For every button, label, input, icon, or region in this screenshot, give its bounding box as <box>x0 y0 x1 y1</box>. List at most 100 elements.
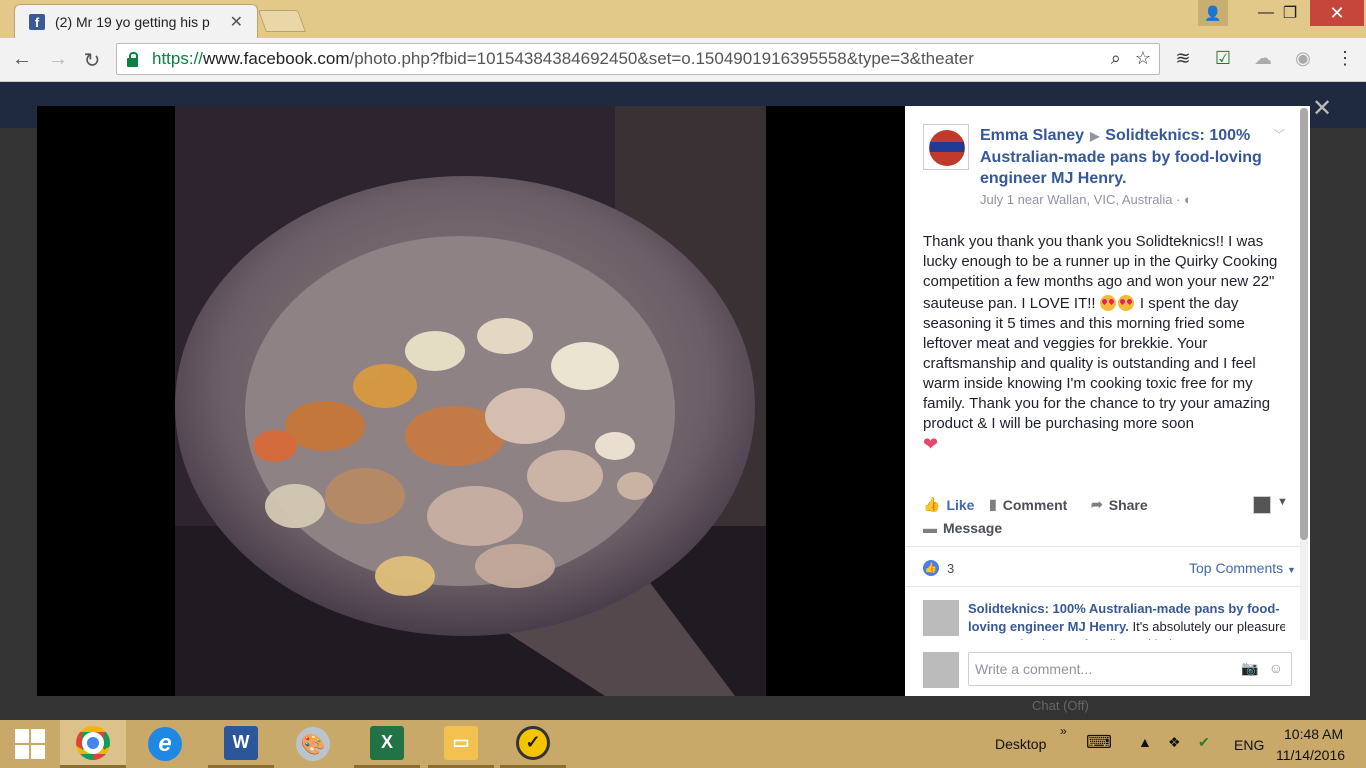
buffer-layers-icon[interactable]: ≋ <box>1172 48 1194 69</box>
post-photo[interactable] <box>175 106 766 696</box>
actor-selector-avatar[interactable] <box>1253 496 1271 514</box>
share-arrow-icon: ➦ <box>1091 496 1103 512</box>
dropbox-icon[interactable]: ❖ <box>1168 734 1181 751</box>
post-side-panel: Emma Slaney ▶ Solidteknics: 100% Australia… <box>905 106 1310 696</box>
windows-taskbar: e W 🎨 X ▭ ✓ Desktop » ⌨ ▲ ❖ ✔ ENG 10:48 … <box>0 720 1366 768</box>
camera-icon[interactable]: 📷 <box>1241 660 1258 677</box>
post-body: Thank you thank you thank you Solidtekni… <box>923 232 1285 456</box>
toolbar-expand-chevron-icon[interactable]: » <box>1060 724 1067 738</box>
clock-time[interactable]: 10:48 AM <box>1284 726 1343 742</box>
comment-text: Solidteknics: 100% Australian-made pans … <box>968 600 1285 640</box>
shared-to-arrow-icon: ▶ <box>1090 129 1100 143</box>
maximize-button[interactable]: ❐ <box>1268 0 1312 26</box>
start-button[interactable] <box>0 720 60 768</box>
taskbar-norton[interactable]: ✓ <box>500 720 566 768</box>
taskbar-word[interactable]: W <box>208 720 274 768</box>
like-label: Like <box>946 496 975 513</box>
chrome-menu-icon[interactable]: ⋮ <box>1334 48 1356 69</box>
share-label: Share <box>1108 496 1148 513</box>
post-header: Emma Slaney ▶ Solidteknics: 100% Australia… <box>980 125 1280 189</box>
url-host: www.facebook.com <box>203 49 350 68</box>
reactions-summary[interactable]: 👍 3 <box>923 560 954 576</box>
cloud-extension-icon[interactable]: ☁ <box>1252 48 1274 69</box>
taskbar-excel[interactable]: X <box>354 720 420 768</box>
windows-logo-icon <box>15 729 45 759</box>
comment-bubble-icon: ▮ <box>989 496 997 512</box>
thumbs-up-icon: 👍 <box>923 496 941 512</box>
clock-date[interactable]: 11/14/2016 <box>1276 747 1345 763</box>
bookmark-star-icon[interactable]: ☆ <box>1135 48 1151 69</box>
like-button[interactable]: 👍 Like <box>923 496 974 513</box>
commenter-avatar[interactable] <box>923 600 959 636</box>
heart-eyes-emoji-icon <box>1099 295 1116 311</box>
message-icon: ▬ <box>923 520 937 536</box>
author-avatar[interactable] <box>923 124 969 170</box>
author-avatar-image <box>924 125 968 169</box>
taskbar-chrome[interactable] <box>60 720 126 768</box>
divider <box>905 546 1300 547</box>
show-hidden-icons-icon[interactable]: ▲ <box>1138 734 1152 750</box>
browser-titlebar: f (2) Mr 19 yo getting his p ✕ 👤 — ❐ ✕ <box>0 0 1366 38</box>
privacy-globe-icon[interactable]: ◐ <box>1184 192 1192 207</box>
window-close-button[interactable]: ✕ <box>1310 0 1364 26</box>
viewer-avatar <box>923 652 959 688</box>
word-icon: W <box>224 725 258 760</box>
comment-sort-dropdown[interactable]: Top Comments ▼ <box>1189 560 1296 576</box>
circle-extension-icon[interactable]: ◉ <box>1292 48 1314 69</box>
secure-lock-icon <box>127 51 138 67</box>
like-reaction-icon: 👍 <box>923 560 939 576</box>
url-path: /photo.php?fbid=10154384384692450&set=o.… <box>349 49 974 68</box>
paint-palette-icon: 🎨 <box>296 727 330 761</box>
checkmark-extension-icon[interactable]: ☑ <box>1212 48 1234 69</box>
internet-explorer-icon: e <box>148 727 182 761</box>
message-label: Message <box>943 520 1003 536</box>
taskbar-paint[interactable]: 🎨 <box>280 720 346 768</box>
new-tab-button[interactable] <box>257 10 307 32</box>
zoom-search-icon[interactable]: ⌕ <box>1111 48 1121 69</box>
divider <box>905 586 1300 587</box>
panel-scrollbar-thumb[interactable] <box>1300 108 1308 540</box>
taskbar-file-explorer[interactable]: ▭ <box>428 720 494 768</box>
actor-selector-caret-icon[interactable]: ▼ <box>1277 496 1288 508</box>
pan-photo-image <box>175 106 766 696</box>
excel-icon: X <box>370 725 404 760</box>
browser-tab[interactable]: f (2) Mr 19 yo getting his p ✕ <box>14 4 258 38</box>
url-scheme: https:// <box>152 49 204 68</box>
norton-check-icon: ✓ <box>516 725 550 760</box>
norton-tray-icon[interactable]: ✔ <box>1198 734 1210 751</box>
forward-arrow-icon[interactable]: → <box>46 48 70 71</box>
share-button[interactable]: ➦ Share <box>1091 496 1148 513</box>
browser-toolbar: ← → ↻ https://www.facebook.com/photo.php… <box>0 38 1366 82</box>
post-date-location[interactable]: July 1 near Wallan, VIC, Australia <box>980 192 1172 207</box>
folder-icon: ▭ <box>444 725 478 760</box>
facebook-favicon-icon: f <box>29 13 45 30</box>
comment-sort-label: Top Comments <box>1189 560 1284 576</box>
comment-composer: Write a comment... 📷 ☺ <box>923 652 1293 688</box>
post-options-chevron-icon[interactable]: ﹀ <box>1273 126 1285 143</box>
reaction-count[interactable]: 3 <box>947 561 954 576</box>
sort-caret-icon: ▼ <box>1287 565 1296 575</box>
reload-icon[interactable]: ↻ <box>80 48 104 73</box>
taskbar-internet-explorer[interactable]: e <box>132 720 198 768</box>
tab-title: (2) Mr 19 yo getting his p <box>55 13 210 30</box>
emoji-smiley-icon[interactable]: ☺ <box>1269 660 1283 677</box>
desktop-toolbar-label[interactable]: Desktop <box>995 736 1046 752</box>
profile-user-icon[interactable]: 👤 <box>1198 0 1228 26</box>
comment-label: Comment <box>1002 496 1068 513</box>
comment-item: Solidteknics: 100% Australian-made pans … <box>923 600 1285 640</box>
url-text: https://www.facebook.com/photo.php?fbid=… <box>152 49 974 69</box>
theater-close-icon[interactable]: ✕ <box>1312 94 1332 123</box>
touch-keyboard-icon[interactable]: ⌨ <box>1086 732 1112 753</box>
comment-button[interactable]: ▮ Comment <box>989 496 1067 513</box>
author-name-link[interactable]: Emma Slaney <box>980 127 1084 144</box>
language-indicator[interactable]: ENG <box>1234 737 1264 753</box>
back-arrow-icon[interactable]: ← <box>10 48 34 71</box>
post-meta: July 1 near Wallan, VIC, Australia · ◐ <box>980 192 1192 207</box>
address-bar[interactable]: https://www.facebook.com/photo.php?fbid=… <box>116 43 1160 75</box>
tab-close-icon[interactable]: ✕ <box>230 12 243 32</box>
heart-eyes-emoji-icon <box>1117 295 1134 311</box>
heart-emoji-icon: ❤ <box>923 434 939 454</box>
message-button[interactable]: ▬ Message <box>923 520 1002 536</box>
chat-status[interactable]: Chat (Off) <box>1032 698 1089 713</box>
chrome-icon <box>76 725 110 760</box>
